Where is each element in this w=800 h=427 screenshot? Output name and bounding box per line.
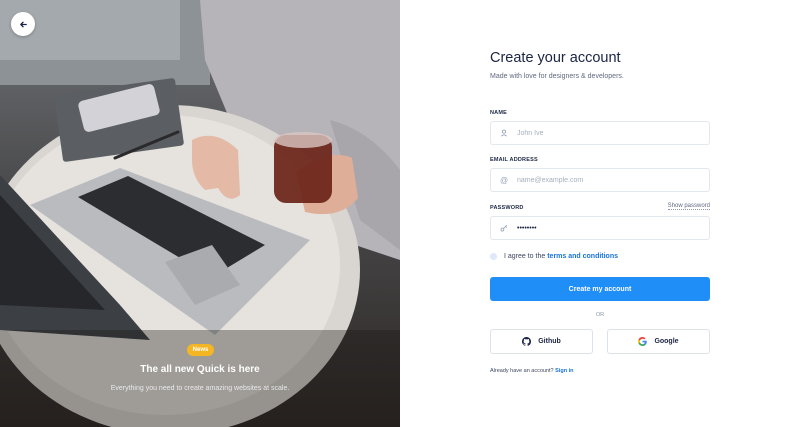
- github-icon: [522, 337, 532, 346]
- name-field[interactable]: John Ive: [490, 121, 710, 145]
- news-badge: News: [187, 344, 214, 356]
- key-icon: [491, 224, 517, 232]
- workspace-photo: [0, 0, 400, 427]
- email-field[interactable]: @ name@example.com: [490, 168, 710, 192]
- have-account-text: Already have an account?: [490, 368, 556, 374]
- google-icon: [638, 337, 648, 346]
- email-label: EMAIL ADDRESS: [490, 157, 538, 163]
- terms-row: I agree to the terms and conditions: [490, 253, 618, 260]
- signin-link[interactable]: Sign in: [555, 368, 573, 374]
- hero-subtitle: Everything you need to create amazing we…: [110, 385, 290, 392]
- have-account-row: Already have an account? Sign in: [490, 368, 573, 374]
- create-account-button[interactable]: Create my account: [490, 277, 710, 301]
- or-divider: OR: [595, 312, 605, 318]
- at-icon: @: [499, 175, 509, 185]
- hero-title: The all new Quick is here: [140, 364, 260, 375]
- github-label: Github: [538, 338, 561, 345]
- google-button[interactable]: Google: [607, 329, 710, 354]
- agree-text: I agree to the: [504, 253, 546, 260]
- password-label: PASSWORD: [490, 205, 524, 211]
- page-title: Create your account: [490, 50, 621, 66]
- back-button[interactable]: [11, 12, 35, 36]
- google-label: Google: [654, 338, 679, 345]
- terms-checkbox[interactable]: [490, 253, 497, 260]
- password-value: ••••••••: [517, 224, 537, 232]
- show-password-link[interactable]: Show password: [667, 203, 710, 210]
- github-button[interactable]: Github: [490, 329, 593, 354]
- terms-link[interactable]: terms and conditions: [547, 253, 618, 260]
- user-icon: [491, 129, 517, 137]
- name-placeholder: John Ive: [517, 129, 544, 137]
- name-label: NAME: [490, 110, 507, 116]
- password-field[interactable]: ••••••••: [490, 216, 710, 240]
- email-placeholder: name@example.com: [517, 176, 584, 184]
- arrow-left-icon: [19, 21, 27, 27]
- page-subtitle: Made with love for designers & developer…: [490, 73, 624, 80]
- hero-image-panel: News The all new Quick is here Everythin…: [0, 0, 400, 427]
